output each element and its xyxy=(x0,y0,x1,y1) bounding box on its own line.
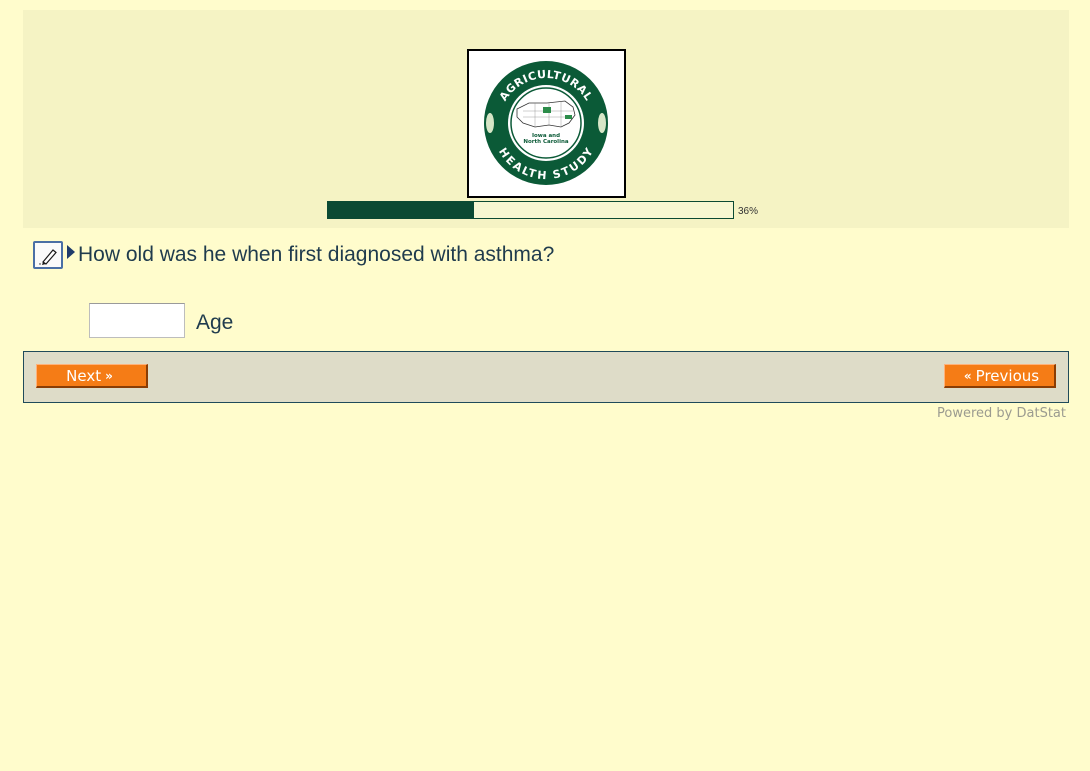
next-button-label: Next xyxy=(66,366,102,385)
double-chevron-left-icon: « xyxy=(963,368,972,383)
play-arrow-icon xyxy=(67,245,75,259)
progress-bar-fill xyxy=(328,202,474,218)
age-unit-label: Age xyxy=(196,311,234,334)
logo-seal: AGRICULTURAL HEALTH STUDY Iowa and North… xyxy=(484,61,608,185)
question-text: How old was he when first diagnosed with… xyxy=(78,243,555,266)
progress-bar xyxy=(327,201,734,219)
svg-text:North Carolina: North Carolina xyxy=(523,139,568,145)
double-chevron-right-icon: » xyxy=(105,368,113,383)
survey-header: AGRICULTURAL HEALTH STUDY Iowa and North… xyxy=(23,10,1069,228)
progress-percent-label: 36% xyxy=(738,206,759,217)
next-button[interactable]: Next » xyxy=(36,364,148,388)
previous-button[interactable]: « Previous xyxy=(944,364,1056,388)
question-row: How old was he when first diagnosed with… xyxy=(33,240,554,270)
previous-button-label: Previous xyxy=(975,366,1040,385)
powered-by-footer: Powered by DatStat xyxy=(937,406,1066,421)
age-input[interactable] xyxy=(89,303,185,338)
agricultural-health-study-logo: AGRICULTURAL HEALTH STUDY Iowa and North… xyxy=(467,49,626,198)
pencil-edit-icon[interactable] xyxy=(33,241,63,269)
navigation-bar: Next » « Previous xyxy=(23,351,1069,403)
